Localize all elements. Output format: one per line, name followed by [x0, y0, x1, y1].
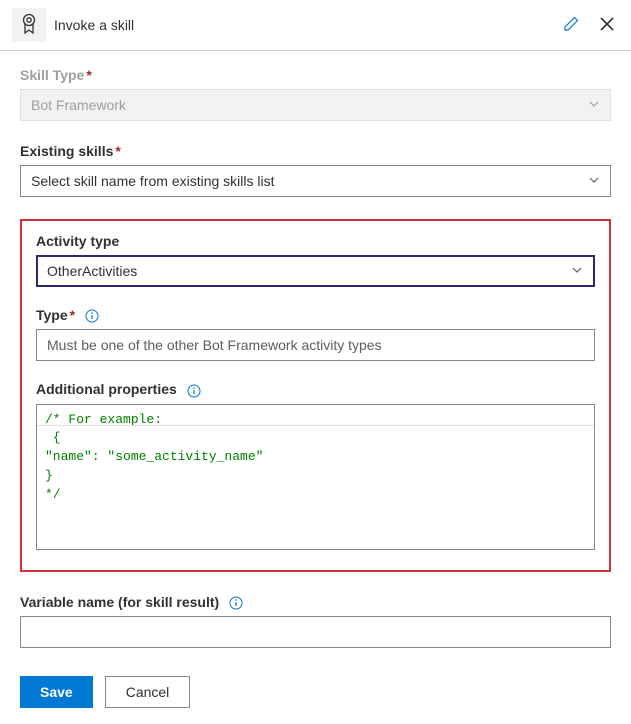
existing-skills-select[interactable]: Select skill name from existing skills l… [20, 165, 611, 197]
pencil-icon [563, 16, 579, 32]
activity-type-select[interactable]: OtherActivities [36, 255, 595, 287]
close-button[interactable] [595, 12, 619, 39]
required-indicator: * [70, 307, 75, 323]
activity-type-value: OtherActivities [47, 263, 137, 279]
info-icon[interactable] [229, 596, 243, 610]
type-label: Type* [36, 307, 595, 323]
variable-name-field: Variable name (for skill result) [20, 594, 611, 648]
existing-skills-field: Existing skills* Select skill name from … [20, 143, 611, 197]
additional-properties-field: Additional properties /* For example: { … [36, 381, 595, 549]
skill-type-label: Skill Type* [20, 67, 611, 83]
activity-type-field: Activity type OtherActivities [36, 233, 595, 287]
additional-properties-label: Additional properties [36, 381, 595, 397]
existing-skills-label: Existing skills* [20, 143, 611, 159]
form-body: Skill Type* Bot Framework Existing skill… [0, 51, 631, 724]
panel-header: Invoke a skill [0, 0, 631, 51]
skill-type-select: Bot Framework [20, 89, 611, 121]
skill-type-field: Skill Type* Bot Framework [20, 67, 611, 121]
highlight-box: Activity type OtherActivities Type* Addi… [20, 219, 611, 572]
activity-type-label: Activity type [36, 233, 595, 249]
cancel-button[interactable]: Cancel [105, 676, 191, 708]
button-row: Save Cancel [20, 676, 611, 708]
skill-type-value: Bot Framework [31, 97, 126, 113]
panel-title: Invoke a skill [54, 17, 559, 33]
info-icon[interactable] [187, 384, 201, 398]
close-icon [599, 16, 615, 32]
type-input[interactable] [36, 329, 595, 361]
required-indicator: * [86, 67, 91, 83]
variable-name-input[interactable] [20, 616, 611, 648]
save-button[interactable]: Save [20, 676, 93, 708]
required-indicator: * [115, 143, 120, 159]
chevron-down-icon [571, 263, 583, 279]
additional-properties-textarea[interactable]: /* For example: { "name": "some_activity… [36, 404, 595, 550]
info-icon[interactable] [85, 309, 99, 323]
chevron-down-icon [588, 97, 600, 113]
variable-name-label: Variable name (for skill result) [20, 594, 611, 610]
edit-button[interactable] [559, 12, 583, 39]
header-icon-box [12, 8, 46, 42]
type-field: Type* [36, 307, 595, 361]
chevron-down-icon [588, 173, 600, 189]
skill-icon [19, 13, 39, 38]
header-actions [559, 12, 619, 39]
existing-skills-value: Select skill name from existing skills l… [31, 173, 275, 189]
